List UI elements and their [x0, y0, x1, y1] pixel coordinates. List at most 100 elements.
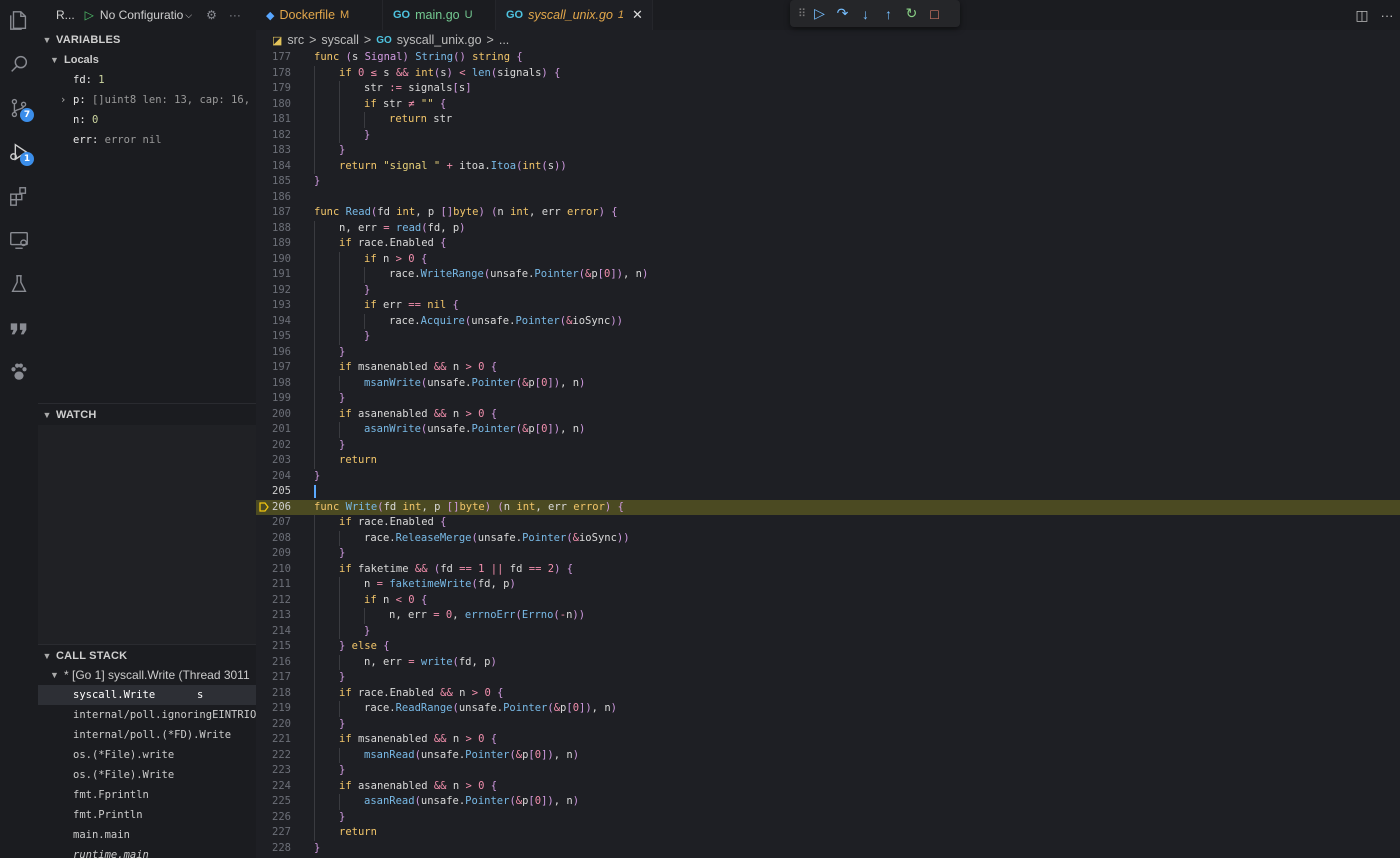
code-line[interactable]: 223}	[256, 763, 1400, 779]
call-stack-frame[interactable]: syscall.Write s	[38, 685, 256, 705]
code-line[interactable]: 191 race.WriteRange(unsafe.Pointer(&p[0])…	[256, 267, 1400, 283]
code-line[interactable]: 225 asanRead(unsafe.Pointer(&p[0]), n)	[256, 794, 1400, 810]
line-number[interactable]: 186	[256, 190, 291, 206]
code-line[interactable]: 214}	[256, 623, 1400, 640]
breadcrumb-file[interactable]: syscall_unix.go	[397, 33, 482, 47]
watch-panel[interactable]	[38, 425, 256, 645]
line-number[interactable]: 180	[256, 97, 291, 113]
line-number[interactable]: 191	[256, 267, 291, 283]
call-stack-frame[interactable]: fmt.Fprintln	[38, 785, 256, 805]
configuration-dropdown[interactable]: No Configuratio	[100, 8, 183, 22]
tab-dockerfile[interactable]: ◆ Dockerfile M	[256, 0, 383, 30]
line-number[interactable]: 183	[256, 143, 291, 159]
code-line[interactable]: 181 return str	[256, 112, 1400, 128]
gear-icon[interactable]: ⚙	[206, 8, 217, 22]
code-line[interactable]: 224 if asanenabled && n > 0 {	[256, 778, 1400, 794]
code-line[interactable]: 213 n, err = 0, errnoErr(Errno(-n))	[256, 608, 1400, 624]
code-line[interactable]: 189 if race.Enabled {	[256, 236, 1400, 252]
line-number[interactable]: 226	[256, 810, 291, 826]
code-line[interactable]: 226}	[256, 809, 1400, 826]
line-number[interactable]: 182	[256, 128, 291, 144]
code-editor[interactable]: 177 func (s Signal) String() string {178 i…	[256, 50, 1400, 858]
code-line[interactable]: 219 race.ReadRange(unsafe.Pointer(&p[0]),…	[256, 701, 1400, 717]
line-number[interactable]: 177	[256, 50, 291, 66]
line-number[interactable]: 190	[256, 252, 291, 268]
line-number[interactable]: 214	[256, 624, 291, 640]
code-line[interactable]: 194 race.Acquire(unsafe.Pointer(&ioSync))	[256, 313, 1400, 329]
code-line[interactable]: 182}	[256, 127, 1400, 144]
line-number[interactable]: 195	[256, 329, 291, 345]
testing-icon[interactable]	[5, 270, 33, 298]
line-number[interactable]: 225	[256, 794, 291, 810]
code-line[interactable]: 222 msanRead(unsafe.Pointer(&p[0]), n)	[256, 747, 1400, 764]
variable-row[interactable]: n: 0	[38, 110, 256, 130]
stop-icon[interactable]: □	[923, 3, 946, 25]
line-number[interactable]: 192	[256, 283, 291, 299]
code-line[interactable]: 205	[256, 484, 1400, 500]
code-line[interactable]: 206 func Write(fd int, p []byte) (n int, …	[256, 499, 1400, 515]
code-line[interactable]: 202}	[256, 437, 1400, 454]
line-number[interactable]: 197	[256, 360, 291, 376]
code-line[interactable]: 204}	[256, 469, 1400, 485]
code-line[interactable]: 200 if asanenabled && n > 0 {	[256, 406, 1400, 423]
variable-row[interactable]: fd: 1	[38, 70, 256, 90]
code-line[interactable]: 197 if msanenabled && n > 0 {	[256, 360, 1400, 376]
line-number[interactable]: 188	[256, 221, 291, 237]
line-number[interactable]: 222	[256, 748, 291, 764]
call-stack-frame[interactable]: os.(*File).Write	[38, 765, 256, 785]
code-line[interactable]: 178 if 0 ≤ s && int(s) < len(signals) {	[256, 65, 1400, 81]
code-line[interactable]: 187 func Read(fd int, p []byte) (n int, e…	[256, 205, 1400, 221]
explorer-icon[interactable]	[5, 6, 33, 34]
line-number[interactable]: 215	[256, 639, 291, 655]
line-number[interactable]: 196	[256, 345, 291, 361]
line-number[interactable]: 200	[256, 407, 291, 423]
line-number[interactable]: 213	[256, 608, 291, 624]
more-actions-icon[interactable]: ···	[229, 8, 241, 22]
drag-handle-icon[interactable]: ⠿	[796, 3, 808, 25]
code-line[interactable]: 199}	[256, 391, 1400, 407]
code-line[interactable]: 228}	[256, 841, 1400, 857]
breadcrumb-syscall[interactable]: syscall	[321, 33, 359, 47]
line-number[interactable]: 202	[256, 438, 291, 454]
tab-main-go[interactable]: GO main.go U	[383, 0, 496, 30]
line-number[interactable]: 204	[256, 469, 291, 485]
line-number[interactable]: 201	[256, 422, 291, 438]
quote-icon[interactable]	[5, 314, 33, 342]
call-stack-frame[interactable]: main.main	[38, 825, 256, 845]
call-stack-frame[interactable]: fmt.Println	[38, 805, 256, 825]
breadcrumb-symbol[interactable]: ...	[499, 33, 509, 47]
restart-icon[interactable]: ↻	[900, 3, 923, 25]
line-number[interactable]: 198	[256, 376, 291, 392]
code-line[interactable]: 201 asanWrite(unsafe.Pointer(&p[0]), n)	[256, 422, 1400, 438]
code-line[interactable]: 183}	[256, 143, 1400, 159]
line-number[interactable]: 223	[256, 763, 291, 779]
source-control-icon[interactable]: 7	[5, 94, 34, 122]
code-line[interactable]: 208 race.ReleaseMerge(unsafe.Pointer(&ioS…	[256, 530, 1400, 546]
code-line[interactable]: 227 return	[256, 825, 1400, 841]
call-stack-frame[interactable]: os.(*File).write	[38, 745, 256, 765]
line-number[interactable]: 207	[256, 515, 291, 531]
code-line[interactable]: 180 if str ≠ "" {	[256, 96, 1400, 113]
line-number[interactable]: 209	[256, 546, 291, 562]
code-line[interactable]: 209}	[256, 546, 1400, 562]
line-number[interactable]: 185	[256, 174, 291, 190]
line-number[interactable]: 220	[256, 717, 291, 733]
code-line[interactable]: 184 return "signal " + itoa.Itoa(int(s))	[256, 158, 1400, 175]
step-out-icon[interactable]: ↑	[877, 3, 900, 25]
split-editor-icon[interactable]: ◫	[1350, 0, 1374, 30]
code-line[interactable]: 190 if n > 0 {	[256, 251, 1400, 268]
continue-icon[interactable]: ▷	[808, 3, 831, 25]
call-stack-section-header[interactable]: ▼ CALL STACK	[38, 644, 256, 667]
variable-row[interactable]: err: error nil	[38, 130, 256, 150]
line-number[interactable]: 193	[256, 298, 291, 314]
line-number[interactable]: 218	[256, 686, 291, 702]
line-number[interactable]: 184	[256, 159, 291, 175]
code-line[interactable]: 192}	[256, 282, 1400, 299]
thread-row[interactable]: ▼ * [Go 1] syscall.Write (Thread 3011	[38, 665, 256, 685]
code-line[interactable]: 220}	[256, 716, 1400, 733]
variable-row[interactable]: › p: []uint8 len: 13, cap: 16, [7	[38, 90, 256, 110]
code-line[interactable]: 203 return	[256, 453, 1400, 469]
line-number[interactable]: 205	[256, 484, 291, 500]
code-line[interactable]: 211 n = faketimeWrite(fd, p)	[256, 577, 1400, 593]
line-number[interactable]: 216	[256, 655, 291, 671]
